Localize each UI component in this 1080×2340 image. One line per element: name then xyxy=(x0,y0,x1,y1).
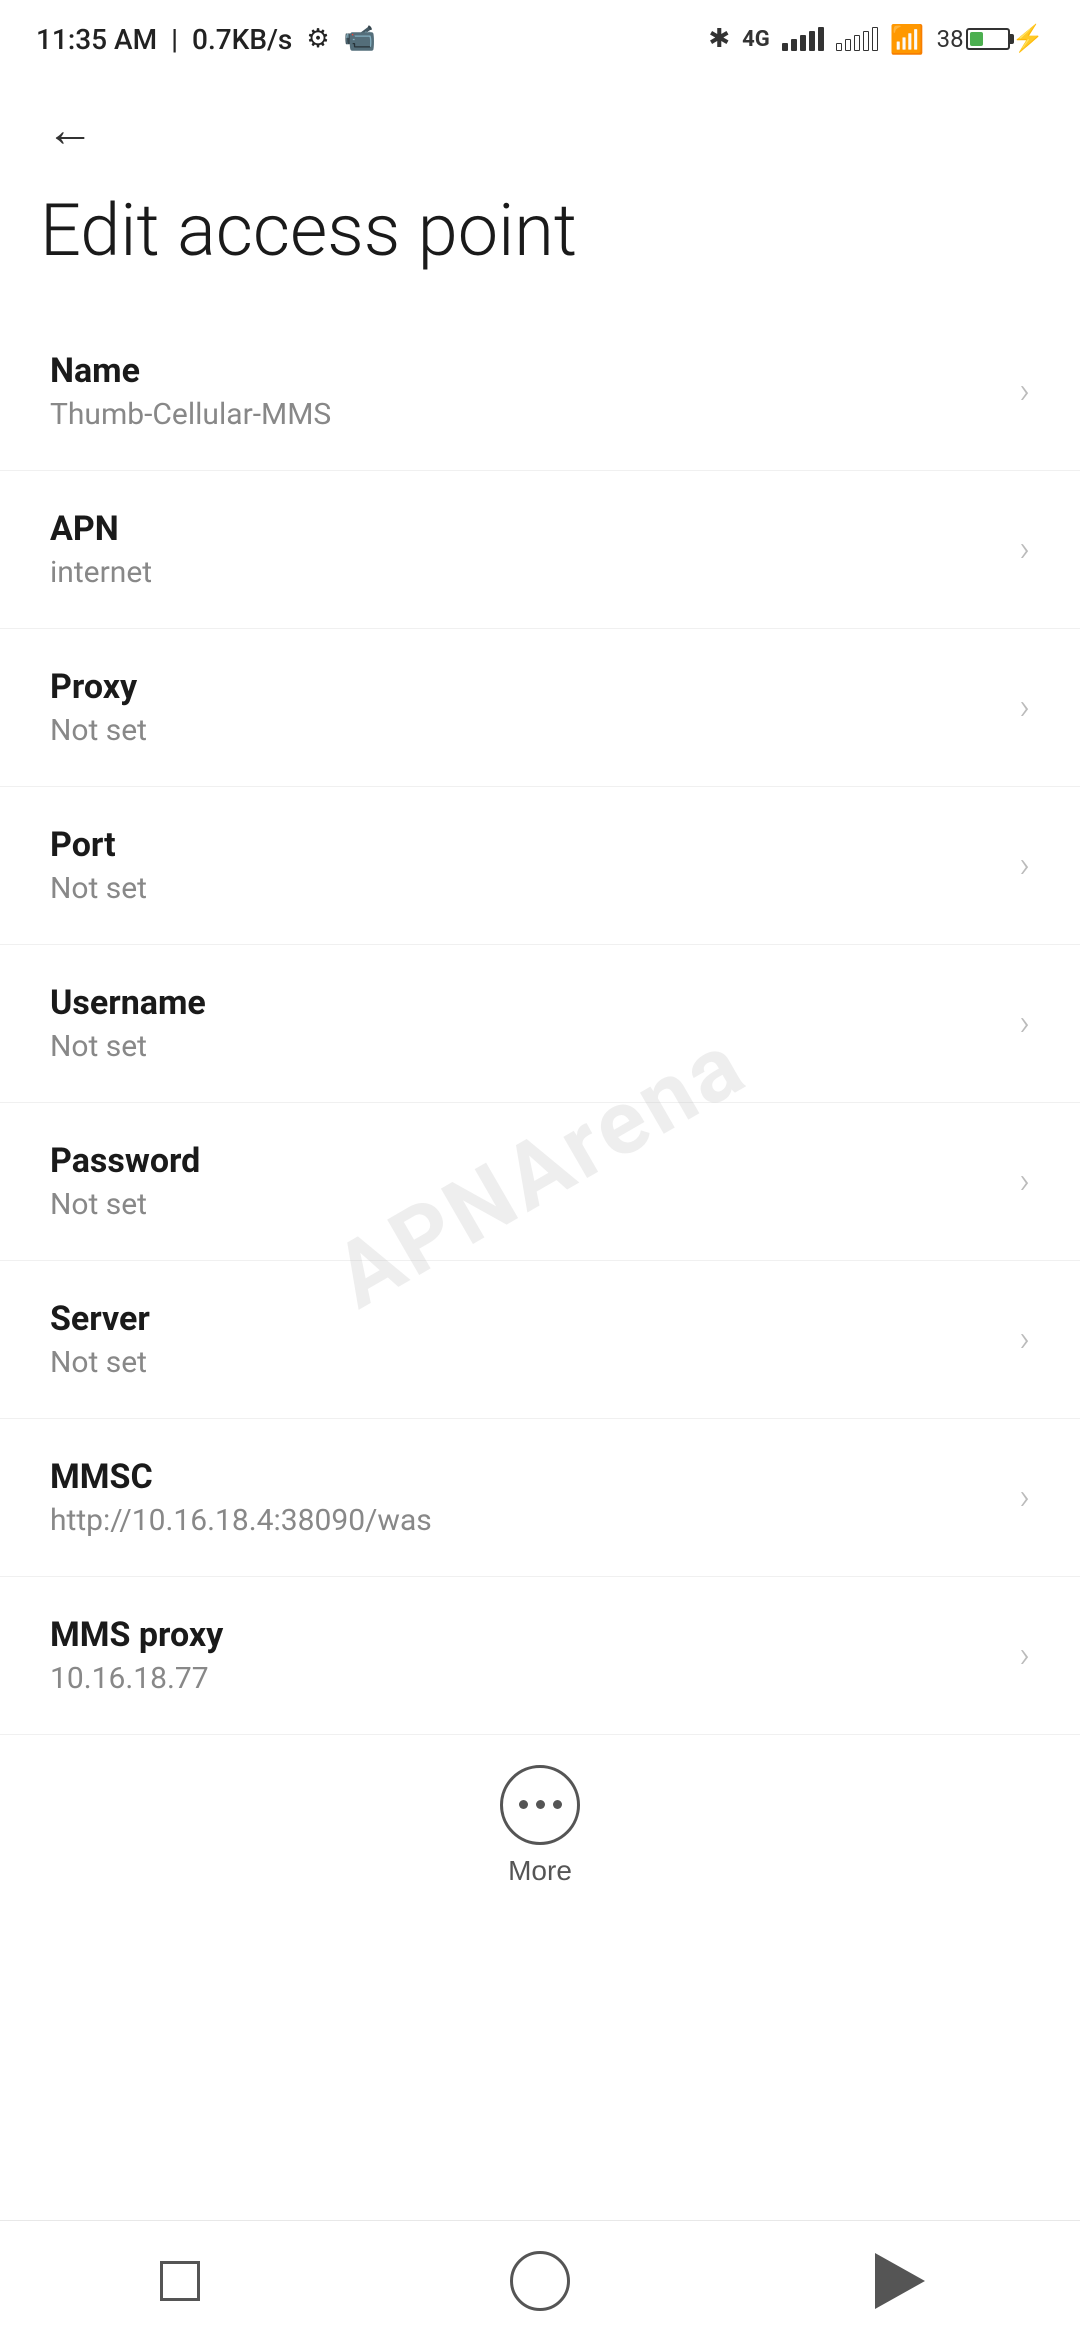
settings-item-name[interactable]: Name Thumb-Cellular-MMS › xyxy=(0,313,1080,471)
network-speed: 0.7KB/s xyxy=(192,23,292,56)
wifi-icon: 📶 xyxy=(890,23,925,56)
nav-recent-apps[interactable] xyxy=(130,2221,230,2340)
settings-item-content-4: Username Not set xyxy=(50,983,999,1064)
settings-item-value-3: Not set xyxy=(50,871,999,906)
more-button[interactable]: More xyxy=(500,1765,580,1887)
settings-item-label-8: MMS proxy xyxy=(50,1615,999,1655)
4g-icon: 4G xyxy=(742,27,770,52)
back-button[interactable]: ← xyxy=(40,100,100,160)
signal-bars-2 xyxy=(836,27,878,51)
chevron-icon-4: › xyxy=(1019,1002,1030,1044)
settings-item-value-4: Not set xyxy=(50,1029,999,1064)
settings-item-label-6: Server xyxy=(50,1299,999,1339)
back-icon xyxy=(875,2253,925,2309)
settings-item-value-7: http://10.16.18.4:38090/was xyxy=(50,1503,999,1538)
settings-item-label-2: Proxy xyxy=(50,667,999,707)
settings-item-value-5: Not set xyxy=(50,1187,999,1222)
chevron-icon-1: › xyxy=(1019,528,1030,570)
settings-item-value-0: Thumb-Cellular-MMS xyxy=(50,397,999,432)
signal-bars-1 xyxy=(782,27,824,51)
recent-apps-icon xyxy=(160,2261,200,2301)
bluetooth-icon: ✱ xyxy=(708,24,730,54)
bottom-actions: More xyxy=(0,1735,1080,1907)
battery-indicator: 38 ⚡ xyxy=(937,24,1044,54)
settings-item-content-2: Proxy Not set xyxy=(50,667,999,748)
settings-item-label-7: MMSC xyxy=(50,1457,999,1497)
status-bar-left: 11:35 AM | 0.7KB/s ⚙ 📹 xyxy=(36,23,376,56)
camera-icon: 📹 xyxy=(344,24,376,54)
chevron-icon-7: › xyxy=(1019,1476,1030,1518)
chevron-icon-0: › xyxy=(1019,370,1030,412)
page-title: Edit access point xyxy=(40,190,1040,273)
nav-home[interactable] xyxy=(490,2221,590,2340)
settings-item-label-3: Port xyxy=(50,825,999,865)
nav-back[interactable] xyxy=(850,2221,950,2340)
more-dot-3 xyxy=(553,1800,562,1809)
more-dot-1 xyxy=(519,1800,528,1809)
divider: | xyxy=(171,23,178,56)
chevron-icon-5: › xyxy=(1019,1160,1030,1202)
settings-item-value-6: Not set xyxy=(50,1345,999,1380)
settings-item-mms-proxy[interactable]: MMS proxy 10.16.18.77 › xyxy=(0,1577,1080,1735)
settings-item-port[interactable]: Port Not set › xyxy=(0,787,1080,945)
chevron-icon-3: › xyxy=(1019,844,1030,886)
settings-item-label-5: Password xyxy=(50,1141,999,1181)
header: ← Edit access point xyxy=(0,70,1080,313)
settings-item-label-1: APN xyxy=(50,509,999,549)
time-display: 11:35 AM xyxy=(36,23,157,56)
chevron-icon-2: › xyxy=(1019,686,1030,728)
settings-item-value-2: Not set xyxy=(50,713,999,748)
charging-icon: ⚡ xyxy=(1012,24,1044,54)
more-label: More xyxy=(508,1855,572,1887)
settings-item-content-5: Password Not set xyxy=(50,1141,999,1222)
chevron-icon-6: › xyxy=(1019,1318,1030,1360)
settings-item-content-3: Port Not set xyxy=(50,825,999,906)
settings-item-content-8: MMS proxy 10.16.18.77 xyxy=(50,1615,999,1696)
settings-item-label-0: Name xyxy=(50,351,999,391)
settings-item-content-6: Server Not set xyxy=(50,1299,999,1380)
settings-item-apn[interactable]: APN internet › xyxy=(0,471,1080,629)
home-icon xyxy=(510,2251,570,2311)
more-dot-2 xyxy=(536,1800,545,1809)
settings-item-content-1: APN internet xyxy=(50,509,999,590)
settings-item-value-8: 10.16.18.77 xyxy=(50,1661,999,1696)
settings-item-content-7: MMSC http://10.16.18.4:38090/was xyxy=(50,1457,999,1538)
settings-item-server[interactable]: Server Not set › xyxy=(0,1261,1080,1419)
settings-icon: ⚙ xyxy=(306,24,329,54)
settings-item-username[interactable]: Username Not set › xyxy=(0,945,1080,1103)
settings-item-label-4: Username xyxy=(50,983,999,1023)
settings-item-proxy[interactable]: Proxy Not set › xyxy=(0,629,1080,787)
chevron-icon-8: › xyxy=(1019,1634,1030,1676)
settings-item-mmsc[interactable]: MMSC http://10.16.18.4:38090/was › xyxy=(0,1419,1080,1577)
battery-percent: 38 xyxy=(937,25,964,53)
settings-item-content-0: Name Thumb-Cellular-MMS xyxy=(50,351,999,432)
settings-item-password[interactable]: Password Not set › xyxy=(0,1103,1080,1261)
status-bar-right: ✱ 4G 📶 38 ⚡ xyxy=(708,23,1044,56)
more-circle-icon xyxy=(500,1765,580,1845)
settings-item-value-1: internet xyxy=(50,555,999,590)
settings-list: Name Thumb-Cellular-MMS › APN internet ›… xyxy=(0,313,1080,1735)
nav-bar xyxy=(0,2220,1080,2340)
status-bar: 11:35 AM | 0.7KB/s ⚙ 📹 ✱ 4G 📶 38 ⚡ xyxy=(0,0,1080,70)
